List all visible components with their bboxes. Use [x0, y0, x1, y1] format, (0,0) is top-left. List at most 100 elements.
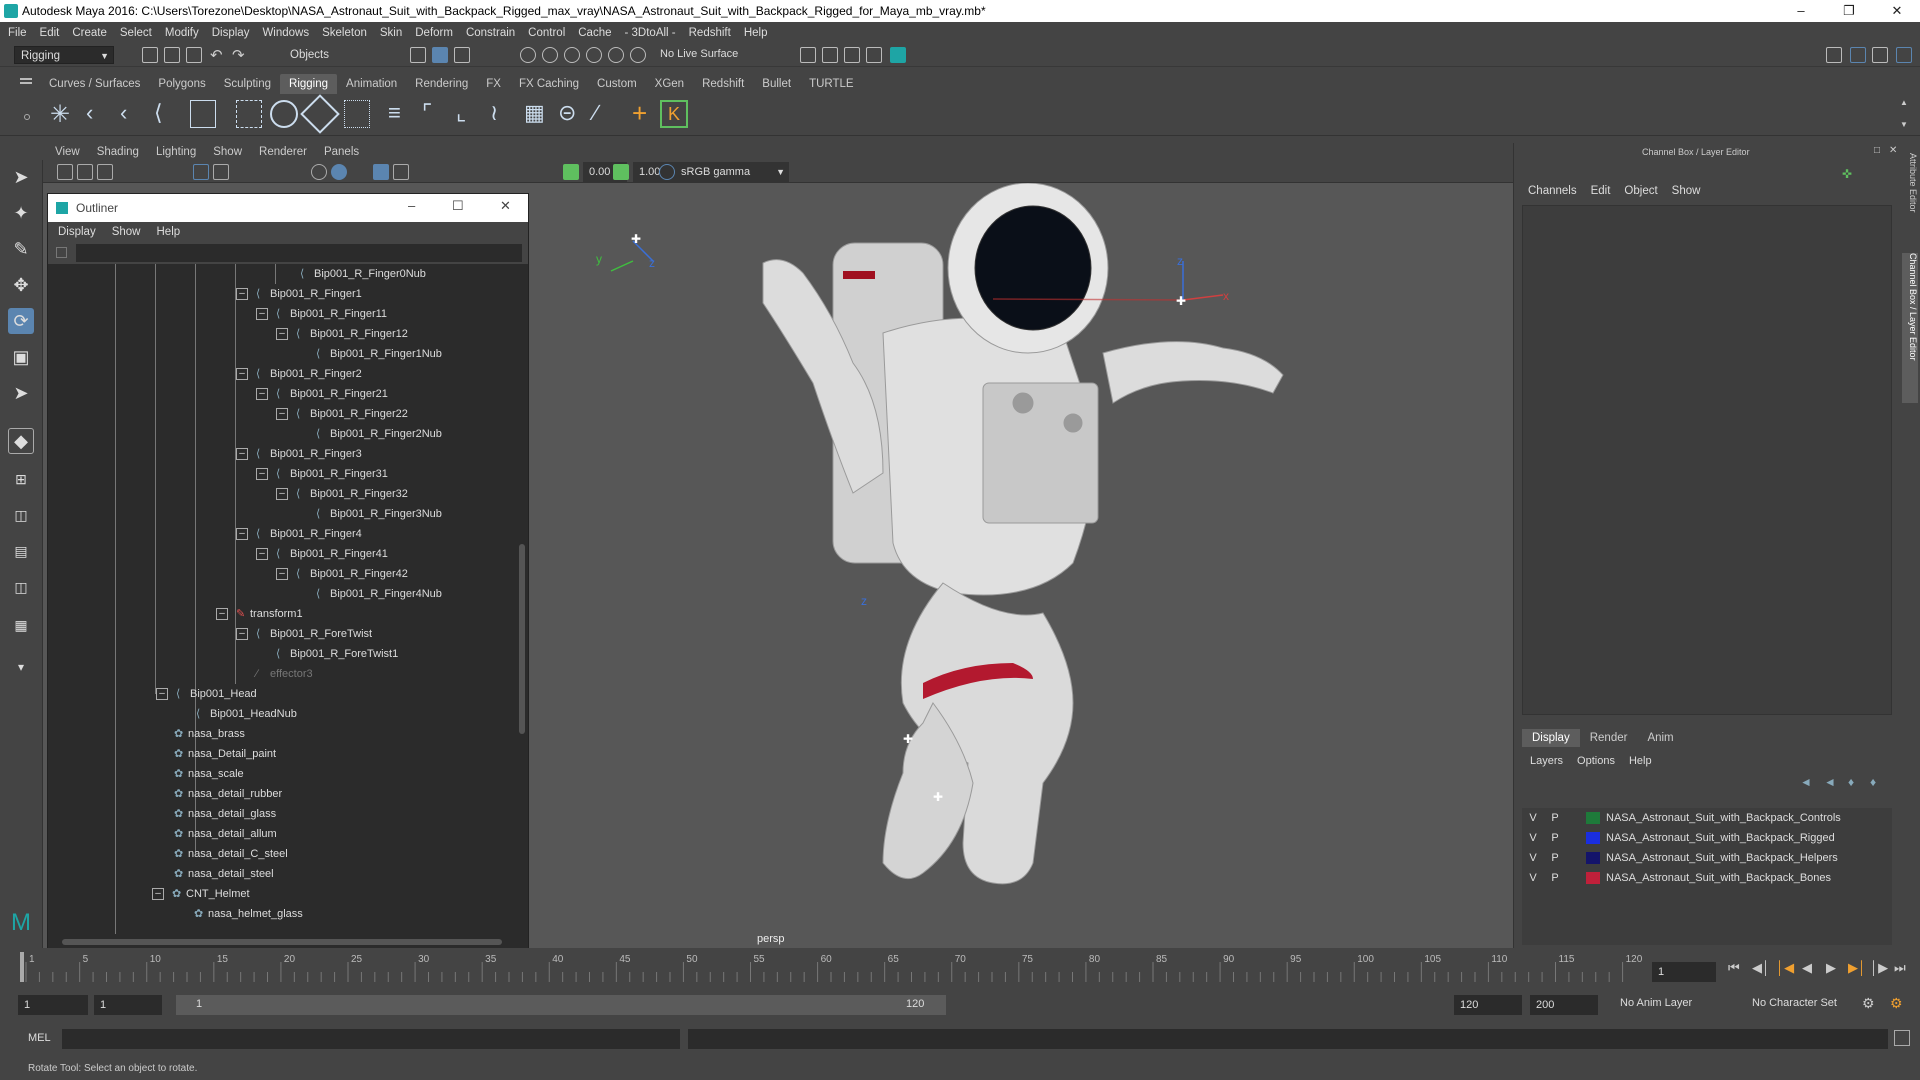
snap-grid-icon[interactable] [520, 47, 536, 63]
minimize-button[interactable]: – [1778, 0, 1824, 22]
range-slider[interactable]: 1 120 [176, 995, 946, 1015]
select-tool-icon[interactable]: ➤ [8, 164, 34, 190]
float-icon[interactable]: □ [1874, 145, 1880, 156]
panel-layout-2-icon[interactable] [1872, 47, 1888, 63]
layer-playback-toggle[interactable]: P [1544, 848, 1566, 868]
vp-menu-lighting[interactable]: Lighting [156, 146, 196, 158]
scroll-up-icon[interactable]: ▲ [1900, 98, 1908, 107]
panel-layout-3-icon[interactable] [1896, 47, 1912, 63]
layer-playback-toggle[interactable]: P [1544, 868, 1566, 888]
new-layer-icon[interactable]: ♦ [1848, 775, 1854, 789]
select-by-object-icon[interactable] [432, 47, 448, 63]
snap-surface-icon[interactable] [608, 47, 624, 63]
anim-layer-dropdown[interactable]: No Anim Layer [1620, 997, 1730, 1009]
move-tool-icon[interactable]: ✥ [8, 272, 34, 298]
layer-color-swatch[interactable] [1586, 872, 1600, 884]
orient-constraint-icon[interactable]: ≀ [490, 100, 498, 126]
scroll-thumb[interactable] [519, 544, 525, 734]
gamma-icon[interactable] [613, 164, 629, 180]
tree-row[interactable]: – ⟨ Bip001_R_Finger31 [256, 464, 388, 484]
shelf-tab-fx-caching[interactable]: FX Caching [510, 74, 588, 94]
command-input[interactable] [62, 1029, 680, 1049]
two-pane-icon[interactable]: ◫ [8, 502, 34, 528]
menu-skeleton[interactable]: Skeleton [322, 27, 367, 39]
vp-menu-shading[interactable]: Shading [97, 146, 139, 158]
vp-menu-panels[interactable]: Panels [324, 146, 359, 158]
play-forward-icon[interactable]: ▶ [1826, 960, 1836, 976]
scroll-down-icon[interactable]: ▼ [1900, 120, 1908, 129]
render-view-icon[interactable] [800, 47, 816, 63]
menu-file[interactable]: File [8, 27, 27, 39]
isolate-select-icon[interactable] [563, 164, 579, 180]
menu-edit[interactable]: Edit [40, 27, 60, 39]
shelf-tab-custom[interactable]: Custom [588, 74, 646, 94]
shelf-tab-rigging[interactable]: Rigging [280, 74, 338, 94]
menu-cache[interactable]: Cache [578, 27, 611, 39]
layer-color-swatch[interactable] [1586, 852, 1600, 864]
shelf-tab-polygons[interactable]: Polygons [149, 74, 214, 94]
hypershade-icon[interactable] [890, 47, 906, 63]
tree-row[interactable]: – ✿ CNT_Helmet [152, 884, 250, 904]
tree-row[interactable]: ✿ nasa_detail_C_steel [174, 844, 288, 864]
tree-row[interactable]: ⟨ Bip001_HeadNub [196, 704, 297, 724]
layer-visibility-toggle[interactable]: V [1522, 868, 1544, 888]
snap-view-icon[interactable] [586, 47, 602, 63]
bookmark-icon[interactable] [97, 164, 113, 180]
layer-visibility-toggle[interactable]: V [1522, 848, 1544, 868]
menu-redshift[interactable]: Redshift [689, 27, 731, 39]
tree-row[interactable]: ⟨ Bip001_R_Finger1Nub [316, 344, 442, 364]
outliner-horizontal-scrollbar[interactable] [48, 936, 518, 948]
collapse-toggle[interactable]: – [256, 548, 268, 561]
select-by-component-icon[interactable] [454, 47, 470, 63]
collapse-toggle[interactable]: – [256, 388, 268, 401]
collapse-toggle[interactable]: – [276, 488, 288, 501]
shelf-tab-animation[interactable]: Animation [337, 74, 406, 94]
camera-icon[interactable] [57, 164, 73, 180]
shelf-tab-rendering[interactable]: Rendering [406, 74, 477, 94]
grid-icon[interactable] [193, 164, 209, 180]
ipr-render-icon[interactable] [844, 47, 860, 63]
ik-spline-icon[interactable]: ‹ [120, 100, 127, 126]
rotate-tool-icon[interactable]: ⟳ [8, 308, 34, 334]
tree-row[interactable]: ⟨ Bip001_R_Finger4Nub [316, 584, 442, 604]
last-tool-icon[interactable]: ➤ [8, 380, 34, 406]
snap-curve-icon[interactable] [542, 47, 558, 63]
vp-menu-renderer[interactable]: Renderer [259, 146, 307, 158]
tree-row[interactable]: ⟨ Bip001_R_Finger3Nub [316, 504, 442, 524]
cmd-language-label[interactable]: MEL [28, 1032, 51, 1044]
shelf-tab-turtle[interactable]: TURTLE [800, 74, 863, 94]
collapse-toggle[interactable]: – [256, 468, 268, 481]
outliner-vertical-scrollbar[interactable] [516, 264, 528, 936]
menu-skin[interactable]: Skin [380, 27, 402, 39]
pole-vector-icon[interactable]: ∕ [594, 100, 598, 126]
redo-icon[interactable]: ↷ [232, 46, 245, 64]
cb-menu-edit[interactable]: Edit [1591, 185, 1611, 197]
new-scene-icon[interactable] [142, 47, 158, 63]
snap-point-icon[interactable] [564, 47, 580, 63]
render-frame-icon[interactable] [822, 47, 838, 63]
camera-attributes-icon[interactable] [77, 164, 93, 180]
save-scene-icon[interactable] [186, 47, 202, 63]
cb-menu-channels[interactable]: Channels [1528, 185, 1577, 197]
close-icon[interactable]: ✕ [1889, 145, 1897, 156]
layer-row[interactable]: V P NASA_Astronaut_Suit_with_Backpack_Co… [1522, 808, 1892, 828]
workspace-icon[interactable] [1826, 47, 1842, 63]
script-editor-icon[interactable] [1894, 1030, 1910, 1046]
collapse-toggle[interactable]: – [276, 568, 288, 581]
tree-row[interactable]: ✿ nasa_Detail_paint [174, 744, 276, 764]
select-by-hierarchy-icon[interactable] [410, 47, 426, 63]
layer-row[interactable]: V P NASA_Astronaut_Suit_with_Backpack_He… [1522, 848, 1892, 868]
lights-icon[interactable] [393, 164, 409, 180]
tree-row[interactable]: ✿ nasa_detail_allum [174, 824, 277, 844]
layer-menu-layers[interactable]: Layers [1530, 755, 1563, 767]
side-tab-attribute-editor[interactable]: Attribute Editor [1902, 153, 1918, 243]
orient-joint-icon[interactable] [190, 100, 216, 128]
step-forward-frame-icon[interactable]: ▶│ [1848, 960, 1866, 976]
shelf-tab-curves[interactable]: Curves / Surfaces [40, 74, 149, 94]
tree-row[interactable]: ✿ nasa_detail_steel [174, 864, 274, 884]
tree-row[interactable]: ⟨ Bip001_R_Finger2Nub [316, 424, 442, 444]
tree-row[interactable]: – ⟨ Bip001_R_Finger11 [256, 304, 387, 324]
playback-end-field[interactable]: 120 [1454, 995, 1522, 1015]
paint-weights-icon[interactable] [300, 94, 340, 134]
tree-row[interactable]: – ⟨ Bip001_R_Finger22 [276, 404, 408, 424]
